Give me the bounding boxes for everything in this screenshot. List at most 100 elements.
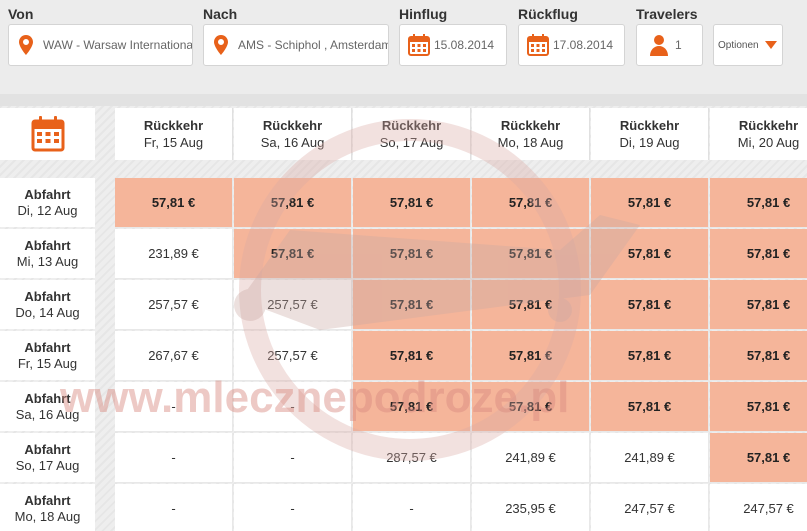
column-date: So, 17 Aug <box>379 135 444 150</box>
column-date: Mi, 20 Aug <box>737 135 800 150</box>
price-cell[interactable]: 57,81 € <box>234 229 352 279</box>
options-label: Optionen <box>718 39 759 51</box>
price-cell[interactable]: 57,81 € <box>591 331 709 381</box>
price-cell[interactable]: 241,89 € <box>472 433 590 483</box>
price-cell[interactable]: 57,81 € <box>710 280 807 330</box>
column-header: Rückkehr Fr, 15 Aug <box>115 108 233 160</box>
price-cell[interactable]: 57,81 € <box>472 229 590 279</box>
column-title: Rückkehr <box>262 118 323 133</box>
row-title: Abfahrt <box>24 442 71 457</box>
from-value: WAW - Warsaw International <box>43 38 192 52</box>
column-header: Rückkehr Di, 19 Aug <box>591 108 709 160</box>
price-cell[interactable]: 57,81 € <box>353 382 471 432</box>
price-cell[interactable]: 257,57 € <box>234 331 352 381</box>
price-cell[interactable]: 241,89 € <box>591 433 709 483</box>
column-title: Rückkehr <box>143 118 204 133</box>
options-dropdown[interactable]: Optionen <box>713 24 783 66</box>
row-header: Abfahrt Fr, 15 Aug <box>0 331 95 380</box>
price-cell[interactable]: 57,81 € <box>472 331 590 381</box>
price-cell[interactable]: 267,67 € <box>115 331 233 381</box>
to-field[interactable]: AMS - Schiphol , Amsterdam <box>203 24 389 66</box>
price-cell[interactable]: 247,57 € <box>710 484 807 531</box>
travelers-label: Travelers <box>636 6 698 22</box>
price-cell[interactable]: - <box>115 484 233 531</box>
calendar-icon <box>408 34 430 56</box>
row-title: Abfahrt <box>24 340 71 355</box>
calendar-icon <box>31 116 64 152</box>
price-cell[interactable]: 57,81 € <box>710 178 807 228</box>
column-header: Rückkehr Sa, 16 Aug <box>234 108 352 160</box>
row-date: So, 17 Aug <box>15 458 80 473</box>
dropdown-arrow-icon <box>764 41 777 49</box>
row-title: Abfahrt <box>24 289 71 304</box>
return-date-field[interactable]: 17.08.2014 <box>518 24 625 66</box>
price-cell[interactable]: 57,81 € <box>591 178 709 228</box>
column-header: Rückkehr So, 17 Aug <box>353 108 471 160</box>
price-cell[interactable]: 235,95 € <box>472 484 590 531</box>
travelers-field[interactable]: 1 <box>636 24 703 66</box>
to-value: AMS - Schiphol , Amsterdam <box>238 38 388 52</box>
price-cell[interactable]: 231,89 € <box>115 229 233 279</box>
column-title: Rückkehr <box>738 118 799 133</box>
price-cell[interactable]: 57,81 € <box>353 331 471 381</box>
price-cell[interactable]: 247,57 € <box>591 484 709 531</box>
person-icon <box>650 35 668 56</box>
column-title: Rückkehr <box>619 118 680 133</box>
price-cell[interactable]: 57,81 € <box>710 382 807 432</box>
location-pin-icon <box>214 35 228 55</box>
price-cell[interactable]: 287,57 € <box>353 433 471 483</box>
price-cell[interactable]: 57,81 € <box>234 178 352 228</box>
price-cell[interactable]: 57,81 € <box>472 178 590 228</box>
price-cell[interactable]: 57,81 € <box>353 229 471 279</box>
price-cell[interactable]: 257,57 € <box>234 280 352 330</box>
price-cell[interactable]: 57,81 € <box>591 382 709 432</box>
row-header: Abfahrt Sa, 16 Aug <box>0 382 95 431</box>
price-cell[interactable]: - <box>234 433 352 483</box>
column-title: Rückkehr <box>500 118 561 133</box>
return-label: Rückflug <box>518 6 578 22</box>
price-cell[interactable]: 57,81 € <box>710 331 807 381</box>
row-date: Do, 14 Aug <box>15 305 80 320</box>
price-cell[interactable]: - <box>234 484 352 531</box>
price-cell[interactable]: 57,81 € <box>353 280 471 330</box>
outbound-label: Hinflug <box>399 6 448 22</box>
from-field[interactable]: WAW - Warsaw International <box>8 24 193 66</box>
to-label: Nach <box>203 6 238 22</box>
outbound-date-value: 15.08.2014 <box>434 38 495 52</box>
row-header: Abfahrt So, 17 Aug <box>0 433 95 482</box>
outbound-date-field[interactable]: 15.08.2014 <box>399 24 507 66</box>
price-cell[interactable]: - <box>234 382 352 432</box>
travelers-count: 1 <box>675 38 682 52</box>
price-cell[interactable]: 57,81 € <box>591 280 709 330</box>
price-cell[interactable]: 257,57 € <box>115 280 233 330</box>
row-title: Abfahrt <box>24 238 71 253</box>
column-date: Sa, 16 Aug <box>260 135 325 150</box>
row-title: Abfahrt <box>24 187 71 202</box>
row-title: Abfahrt <box>24 493 71 508</box>
price-cell[interactable]: 57,81 € <box>115 178 233 228</box>
calendar-icon <box>527 34 549 56</box>
price-cell[interactable]: 57,81 € <box>710 433 807 483</box>
price-cell[interactable]: 57,81 € <box>472 382 590 432</box>
column-header: Rückkehr Mo, 18 Aug <box>472 108 590 160</box>
from-label: Von <box>8 6 34 22</box>
price-cell[interactable]: 57,81 € <box>353 178 471 228</box>
row-header: Abfahrt Do, 14 Aug <box>0 280 95 329</box>
grid-corner <box>0 108 95 160</box>
row-date: Fr, 15 Aug <box>17 356 78 371</box>
column-title: Rückkehr <box>381 118 442 133</box>
row-header: Abfahrt Di, 12 Aug <box>0 178 95 227</box>
price-cell[interactable]: 57,81 € <box>591 229 709 279</box>
price-cell[interactable]: - <box>353 484 471 531</box>
row-date: Mi, 13 Aug <box>16 254 79 269</box>
row-date: Mo, 18 Aug <box>14 509 81 524</box>
price-cell[interactable]: - <box>115 382 233 432</box>
row-date: Sa, 16 Aug <box>15 407 80 422</box>
price-cell[interactable]: 57,81 € <box>710 229 807 279</box>
row-title: Abfahrt <box>24 391 71 406</box>
location-pin-icon <box>19 35 33 55</box>
row-date: Di, 12 Aug <box>17 203 78 218</box>
grid-top-strip <box>0 94 807 106</box>
price-cell[interactable]: - <box>115 433 233 483</box>
price-cell[interactable]: 57,81 € <box>472 280 590 330</box>
